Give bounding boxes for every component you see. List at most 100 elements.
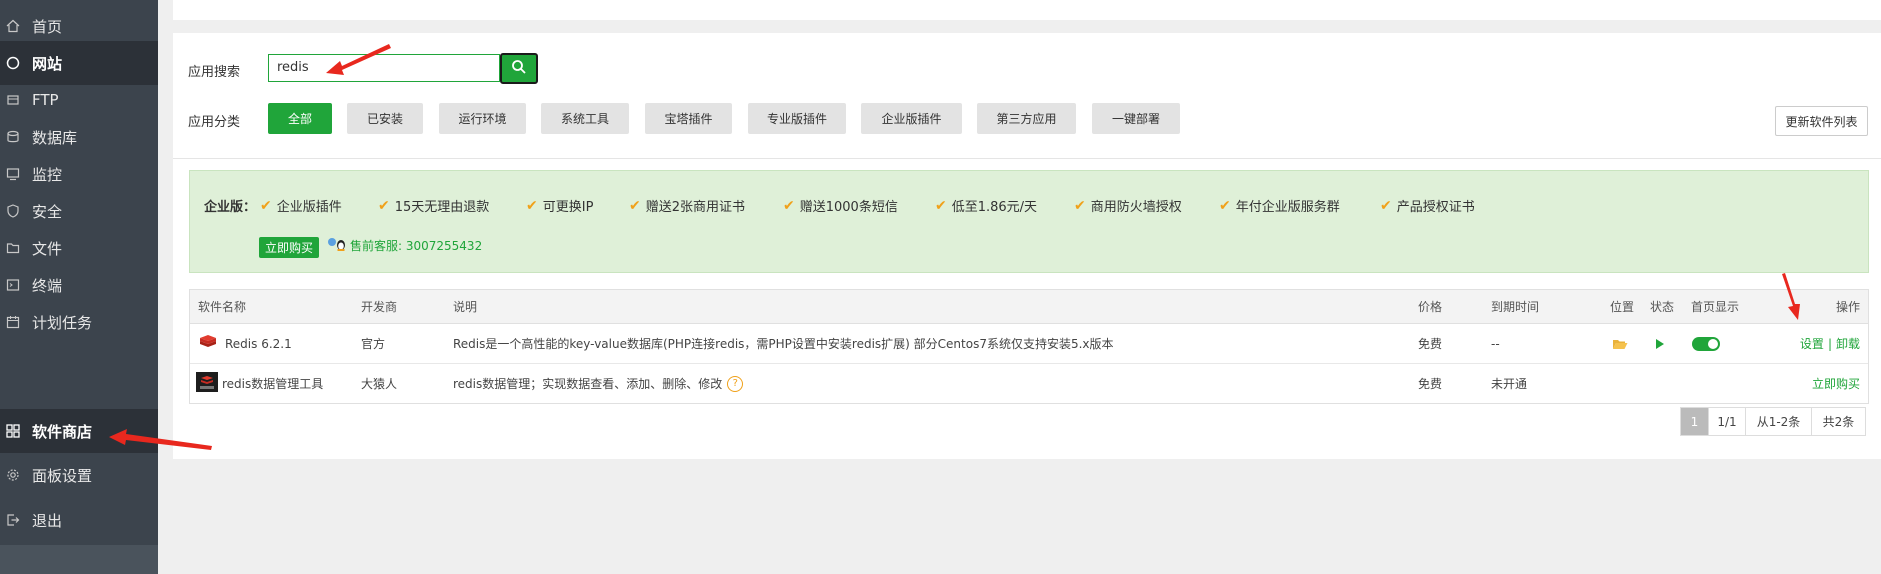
category-label: 应用分类: [188, 115, 241, 130]
sidebar-item-software-store[interactable]: 软件商店: [0, 409, 158, 453]
col-action: 操作: [1835, 300, 1860, 314]
presales-support-link[interactable]: 售前客服: 3007255432: [327, 236, 482, 255]
search-input[interactable]: redis: [268, 54, 500, 82]
check-icon: ✔: [526, 197, 538, 214]
check-icon: ✔: [935, 197, 947, 214]
description-cell: redis数据管理；实现数据查看、添加、删除、修改 ?: [453, 364, 744, 403]
category-one-click-deploy[interactable]: 一键部署: [1092, 103, 1180, 134]
promo-feature: ✔ 商用防火墙授权: [1074, 197, 1182, 216]
sidebar-item-label: 数据库: [32, 128, 78, 147]
expire-cell: 未开通: [1491, 377, 1528, 391]
sidebar-item-cron[interactable]: 计划任务: [0, 300, 158, 344]
col-developer: 开发商: [361, 300, 398, 314]
promo-feature: ✔ 15天无理由退款: [378, 197, 490, 216]
sidebar-item-label: 面板设置: [32, 466, 93, 485]
table-header: 软件名称 开发商 说明 价格 到期时间 位置 状态 首页显示 操作: [190, 290, 1868, 324]
search-icon: [511, 59, 527, 79]
table-row: Redis 6.2.1 官方 Redis是一个高性能的key-value数据库(…: [190, 324, 1868, 364]
col-description: 说明: [453, 300, 478, 314]
sidebar-item-label: 监控: [32, 165, 63, 184]
promo-buy-button[interactable]: 立即购买: [259, 237, 319, 258]
start-service-icon[interactable]: [1655, 324, 1665, 363]
pagination: 1 1/1 从1-2条 共2条: [1680, 407, 1866, 436]
search-button[interactable]: [500, 53, 538, 84]
col-homepage: 首页显示: [1691, 300, 1740, 314]
software-name-cell: Redis 6.2.1: [198, 324, 292, 363]
expire-cell: --: [1491, 336, 1500, 351]
sidebar-item-label: 计划任务: [32, 313, 93, 332]
category-pro-plugins[interactable]: 专业版插件: [748, 103, 846, 134]
sidebar-item-label: 文件: [32, 239, 63, 258]
developer-cell: 官方: [361, 337, 386, 351]
settings-link[interactable]: 设置: [1800, 335, 1824, 352]
col-status: 状态: [1650, 300, 1675, 314]
sidebar: 首页 网站 FTP 数据库 监控 安全 文件 终端 计划任务 软件商店 面板设置: [0, 0, 158, 574]
redis-manager-logo-icon: [196, 372, 218, 395]
page-current[interactable]: 1: [1681, 408, 1709, 435]
developer-cell: 大猿人: [361, 377, 398, 391]
software-table: 软件名称 开发商 说明 价格 到期时间 位置 状态 首页显示 操作 Redis …: [189, 289, 1869, 404]
top-card: [173, 0, 1881, 20]
check-icon: ✔: [1219, 197, 1231, 214]
action-links: 设置 | 卸载: [1800, 324, 1860, 363]
promo-feature: ✔ 赠送2张商用证书: [629, 197, 746, 216]
grid-icon: [5, 423, 21, 439]
price-cell: 免费: [1418, 377, 1443, 391]
sidebar-item-label: 首页: [32, 17, 63, 36]
logout-icon: [5, 512, 21, 528]
promo-feature: ✔ 年付企业版服务群: [1219, 197, 1340, 216]
description-cell: Redis是一个高性能的key-value数据库(PHP连接redis，需PHP…: [453, 337, 1114, 351]
uninstall-link[interactable]: 卸载: [1836, 335, 1860, 352]
category-system-tools[interactable]: 系统工具: [541, 103, 629, 134]
redis-logo-icon: [198, 333, 218, 354]
promo-feature: ✔ 赠送1000条短信: [783, 197, 898, 216]
buy-now-link[interactable]: 立即购买: [1812, 364, 1860, 403]
sidebar-item-settings[interactable]: 面板设置: [0, 453, 158, 497]
help-icon[interactable]: ?: [727, 375, 744, 392]
sidebar-item-label: 软件商店: [32, 422, 93, 441]
calendar-icon: [5, 314, 21, 330]
homepage-display-toggle[interactable]: [1692, 324, 1720, 363]
terminal-icon: [5, 277, 21, 293]
col-name: 软件名称: [198, 300, 247, 314]
check-icon: ✔: [260, 197, 272, 214]
search-panel: [173, 33, 1881, 158]
check-icon: ✔: [1380, 197, 1392, 214]
action-separator: |: [1827, 336, 1832, 351]
check-icon: ✔: [783, 197, 795, 214]
category-enterprise-plugins[interactable]: 企业版插件: [861, 103, 962, 134]
home-icon: [5, 18, 21, 34]
software-name-cell: redis数据管理工具: [196, 364, 323, 403]
category-third-party[interactable]: 第三方应用: [977, 103, 1076, 134]
promo-feature: ✔ 产品授权证书: [1380, 197, 1475, 216]
table-row: redis数据管理工具 大猿人 redis数据管理；实现数据查看、添加、删除、修…: [190, 364, 1868, 403]
promo-feature: ✔ 低至1.86元/天: [935, 197, 1038, 216]
sidebar-item-label: 退出: [32, 511, 63, 530]
open-folder-icon[interactable]: [1612, 324, 1628, 363]
shield-icon: [5, 203, 21, 219]
refresh-software-list-button[interactable]: 更新软件列表: [1775, 106, 1868, 136]
sidebar-item-label: 网站: [32, 54, 63, 73]
sidebar-item-label: 终端: [32, 276, 63, 295]
sidebar-item-label: FTP: [32, 91, 59, 109]
main-content: [158, 0, 1881, 574]
sidebar-item-label: 安全: [32, 202, 63, 221]
price-cell: 免费: [1418, 337, 1443, 351]
promo-feature: ✔ 可更换IP: [526, 197, 594, 216]
col-expire: 到期时间: [1491, 300, 1540, 314]
search-label: 应用搜索: [188, 65, 241, 80]
gear-icon: [5, 467, 21, 483]
category-all[interactable]: 全部: [268, 103, 332, 134]
category-runtime[interactable]: 运行环境: [439, 103, 526, 134]
sidebar-item-logout[interactable]: 退出: [0, 498, 158, 542]
category-installed[interactable]: 已安装: [347, 103, 423, 134]
check-icon: ✔: [629, 197, 641, 214]
promo-feature: ✔ 企业版插件: [260, 197, 342, 216]
qq-icon: [327, 236, 347, 255]
category-bt-plugins[interactable]: 宝塔插件: [645, 103, 732, 134]
col-location: 位置: [1610, 300, 1635, 314]
page-count: 1/1: [1709, 408, 1746, 435]
check-icon: ✔: [1074, 197, 1086, 214]
col-price: 价格: [1418, 300, 1443, 314]
page-total: 共2条: [1822, 415, 1855, 429]
